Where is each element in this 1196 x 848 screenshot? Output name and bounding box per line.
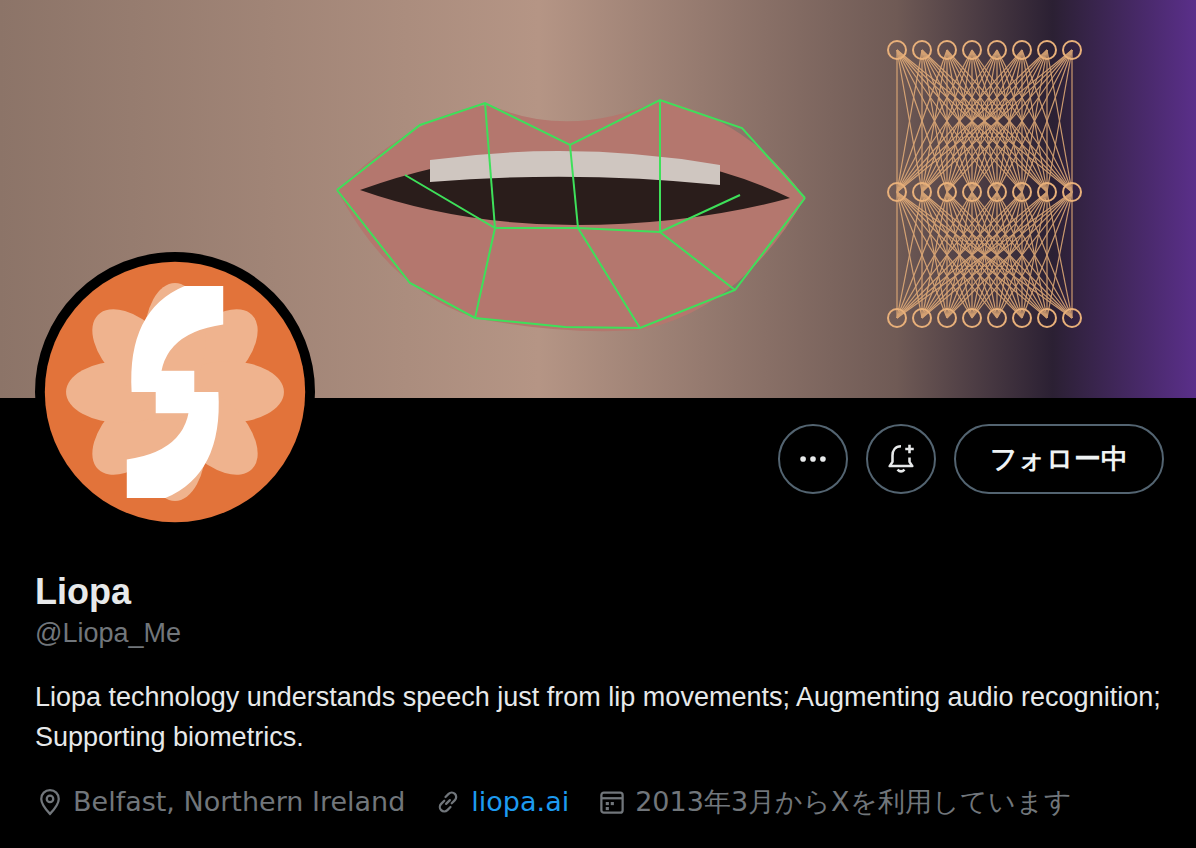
notify-button[interactable] bbox=[866, 424, 936, 494]
more-icon bbox=[796, 442, 830, 476]
join-date: 2013年3月からXを利用しています bbox=[597, 782, 1071, 822]
avatar[interactable] bbox=[35, 252, 315, 532]
liopa-logo-icon bbox=[40, 257, 310, 527]
bio: Liopa technology understands speech just… bbox=[35, 677, 1164, 757]
follow-button[interactable]: フォロー中 bbox=[954, 424, 1164, 494]
website: liopa.ai bbox=[433, 782, 569, 822]
link-icon bbox=[433, 787, 463, 817]
meta-row: Belfast, Northern Ireland liopa.ai 2013年3月… bbox=[35, 782, 1164, 822]
profile-page: フォロー中 Liopa@Liopa_Me Liopa technology unde… bbox=[0, 0, 1196, 848]
location: Belfast, Northern Ireland bbox=[35, 782, 405, 822]
calendar-icon bbox=[597, 787, 627, 817]
bell-plus-icon bbox=[884, 442, 918, 476]
more-button[interactable] bbox=[778, 424, 848, 494]
website-link[interactable]: liopa.ai bbox=[471, 782, 569, 822]
location-pin-icon bbox=[35, 787, 65, 817]
handle: @Liopa_Me bbox=[35, 614, 1164, 652]
profile-section: フォロー中 Liopa@Liopa_Me Liopa technology unde… bbox=[0, 398, 1196, 822]
display-name: Liopa bbox=[35, 570, 1164, 614]
